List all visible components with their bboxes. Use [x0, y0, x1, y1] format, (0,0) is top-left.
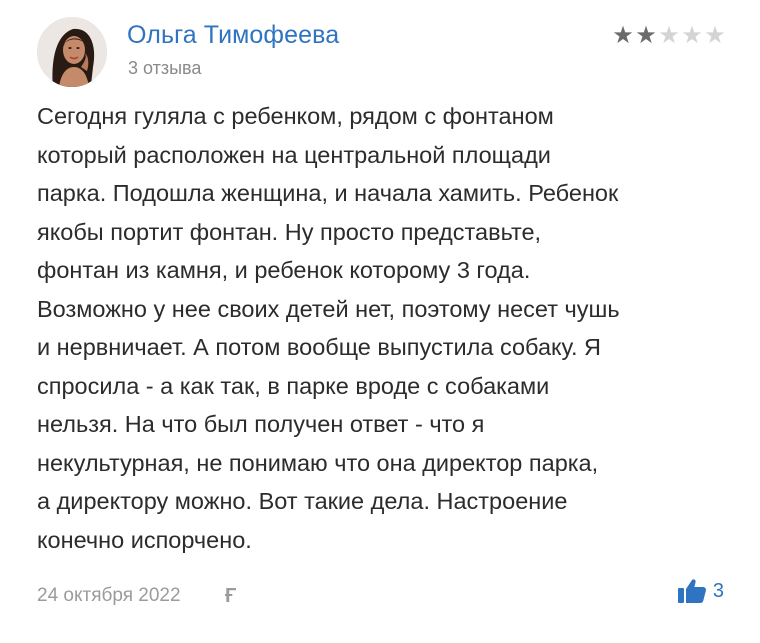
review-text: Сегодня гуляла с ребенком, рядом с фонта… — [37, 97, 737, 559]
review-text-line: парка. Подошла женщина, и начала хамить.… — [37, 180, 619, 206]
review-text-line: а директору можно. Вот такие дела. Настр… — [37, 488, 568, 514]
review-text-line: и нервничает. А потом вообще выпустила с… — [37, 334, 601, 360]
review-text-line: спросила - а как так, в парке вроде с со… — [37, 372, 550, 399]
source-logo: Ғ — [225, 585, 237, 607]
author-name[interactable]: Ольга Тимофеева — [127, 21, 339, 50]
review-text-line: якобы портит фонтан. Ну просто представь… — [37, 218, 542, 245]
review-text-line: фонтан из камня, и ребенок которому 3 го… — [37, 257, 531, 283]
avatar[interactable] — [37, 17, 107, 87]
star-5-icon: ★ — [704, 22, 726, 49]
rating-stars: ★ ★ ★ ★ ★ — [612, 24, 726, 48]
review-text-line: Возможно у нее своих детей нет, поэтому … — [37, 295, 620, 322]
star-4-icon: ★ — [681, 22, 703, 49]
star-3-icon: ★ — [658, 22, 680, 49]
like-count: 3 — [712, 579, 724, 602]
review-date: 24 октября 2022 — [37, 585, 181, 606]
author-review-count: 3 отзыва — [128, 58, 202, 78]
avatar-photo — [37, 17, 107, 87]
review-text-line: Сегодня гуляла с ребенком, рядом с фонта… — [37, 103, 554, 129]
star-1-icon: ★ — [612, 22, 634, 49]
like-button[interactable]: 3 — [677, 578, 724, 604]
review-card: Ольга Тимофеева 3 отзыва ★ ★ ★ ★ ★ Сегод… — [0, 0, 760, 643]
review-text-line: некультурная, не понимаю что она директо… — [37, 449, 599, 476]
review-text-line: конечно испорчено. — [37, 526, 252, 553]
review-text-line: который расположен на центральной площад… — [37, 141, 551, 168]
review-text-line: нельзя. На что был получен ответ - что я — [37, 411, 485, 437]
star-2-icon: ★ — [635, 22, 657, 49]
thumbs-up-icon — [677, 579, 706, 603]
